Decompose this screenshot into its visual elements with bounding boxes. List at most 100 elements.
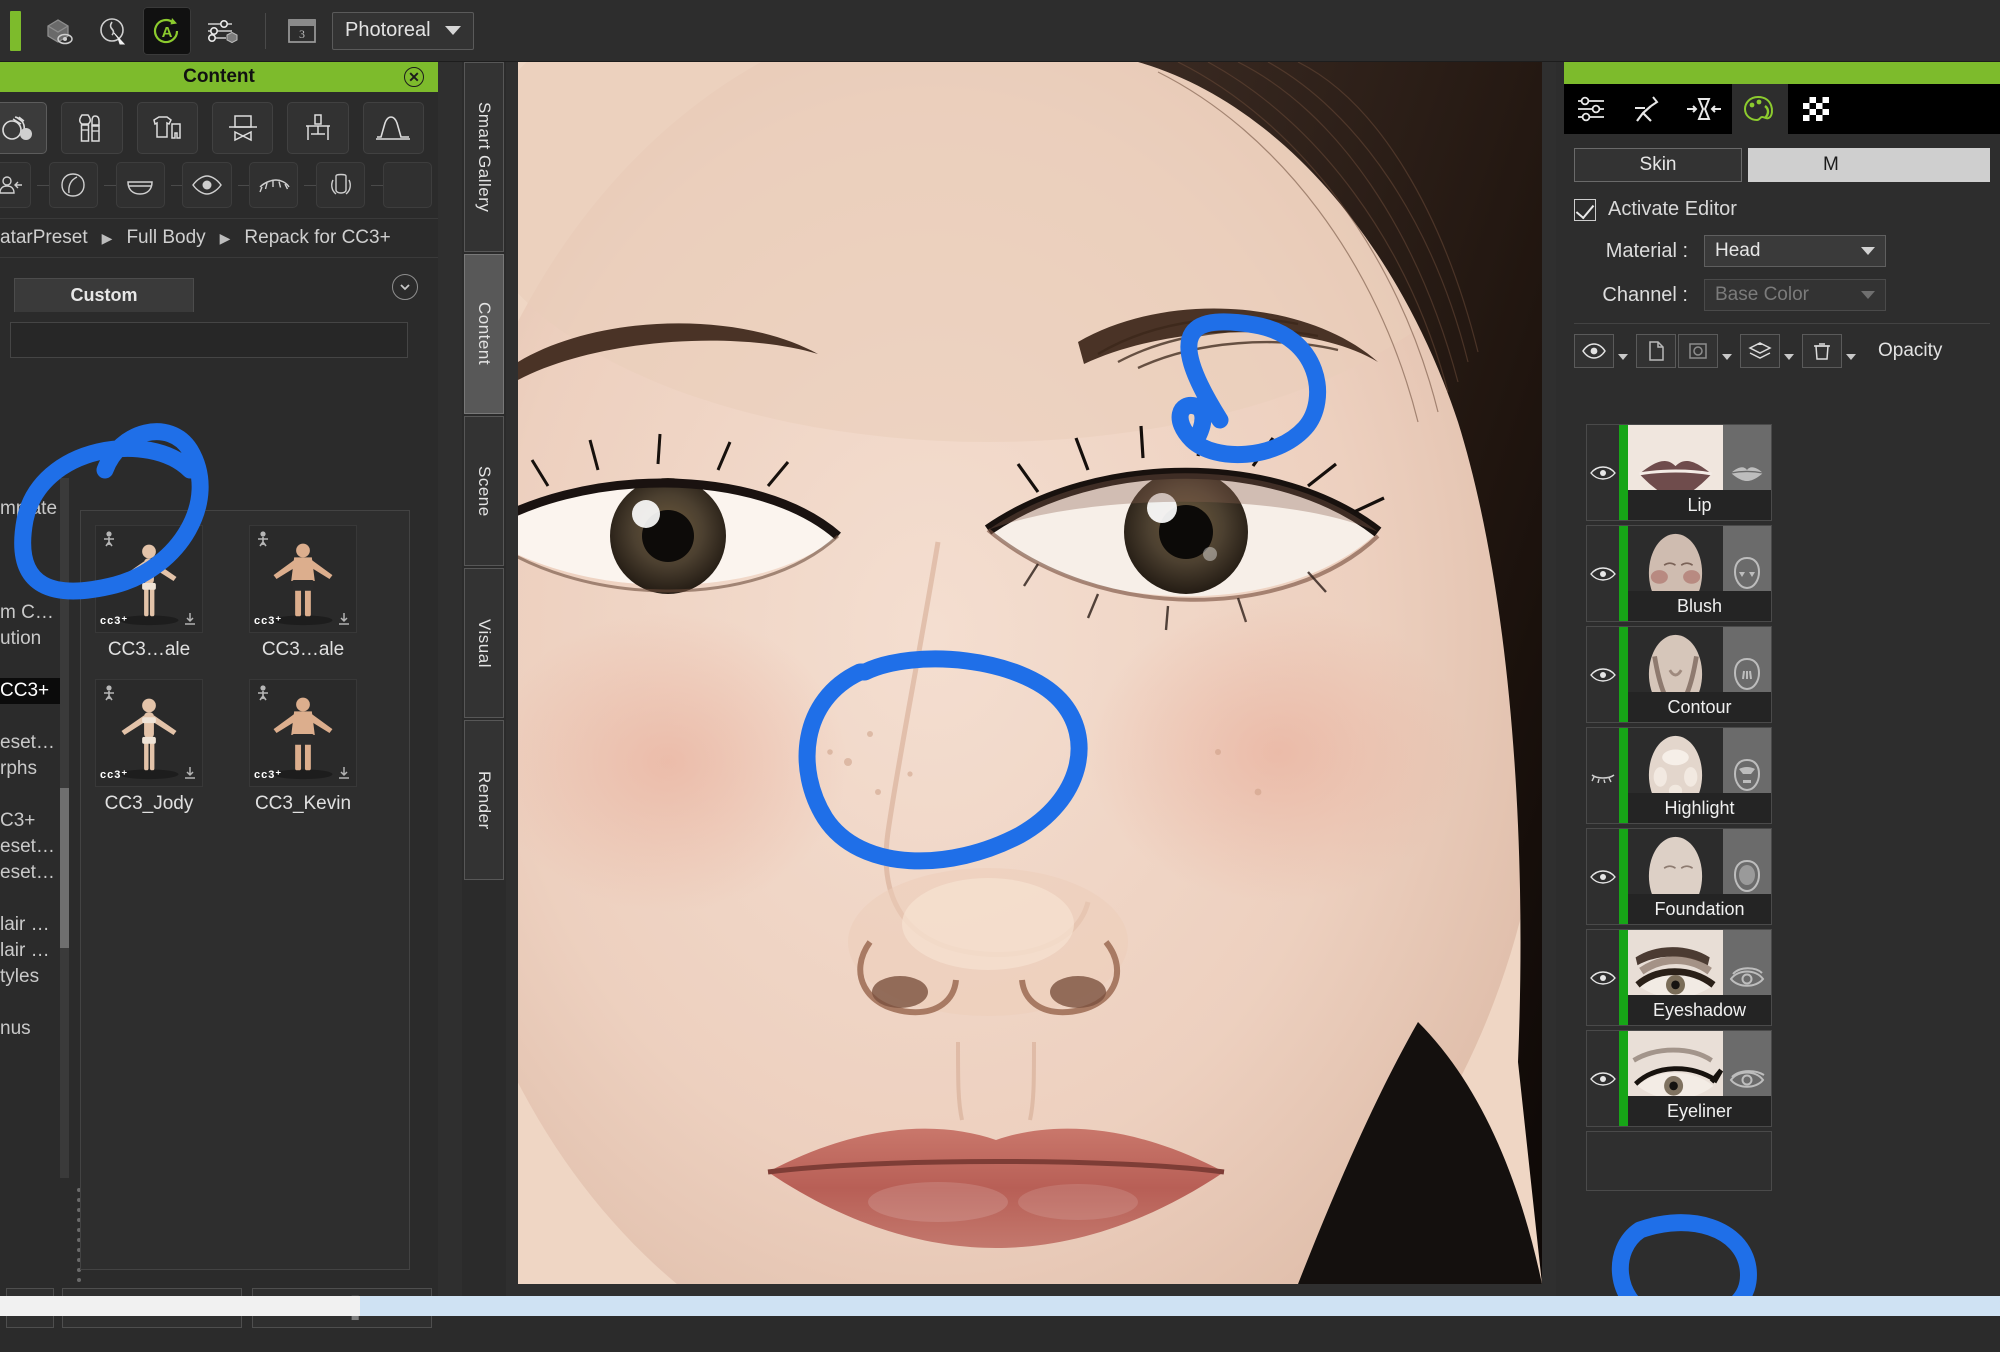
list-item[interactable]: Foundation (1586, 828, 1772, 925)
makeup-brush-icon[interactable] (61, 102, 123, 154)
chevron-down-icon[interactable] (1784, 354, 1794, 360)
prop-stand-icon[interactable] (287, 102, 349, 154)
sidebar-item-smart-gallery[interactable]: Smart Gallery (464, 62, 504, 252)
cloth-icon[interactable] (136, 102, 198, 154)
close-icon[interactable]: ✕ (404, 67, 424, 87)
icon-connector (304, 184, 316, 186)
object-visibility-icon[interactable] (35, 7, 83, 55)
thumbnail-cell[interactable]: cc3⁺ CC3_Kevin (249, 679, 389, 815)
pose-adjust-icon[interactable] (1620, 84, 1676, 134)
sidebar-item-visual[interactable]: Visual (464, 568, 504, 718)
tree-item-11[interactable]: eset… (0, 834, 62, 860)
breadcrumb-item-0[interactable]: atarPreset (0, 227, 88, 249)
tree-item-12[interactable]: eset… (0, 860, 62, 886)
checker-icon[interactable] (1788, 84, 1844, 134)
eye-icon[interactable] (1587, 930, 1619, 1025)
fit-icon[interactable] (1676, 84, 1732, 134)
tree-item-0[interactable]: mplate (0, 496, 62, 522)
tab-custom[interactable]: Custom (14, 278, 194, 312)
search-input[interactable] (10, 322, 408, 358)
tree-item-14[interactable]: lair … (0, 912, 62, 938)
list-item[interactable]: Eyeshadow (1586, 929, 1772, 1026)
curve-graph-icon[interactable] (362, 102, 424, 154)
eye-icon[interactable] (1587, 425, 1619, 520)
sidebar-item-scene[interactable]: Scene (464, 416, 504, 566)
eye-icon[interactable] (1587, 829, 1619, 924)
palette-icon[interactable] (1732, 84, 1788, 134)
panel-title-label: Content (183, 66, 255, 87)
hat-bowtie-icon[interactable] (211, 102, 274, 154)
category-icon-row (0, 92, 438, 154)
list-item[interactable]: Highlight (1586, 727, 1772, 824)
list-item[interactable]: Blush (1586, 525, 1772, 622)
eyelash-closed-icon[interactable] (1587, 728, 1619, 823)
list-item[interactable] (1586, 1131, 1772, 1191)
tab-label: Scene (475, 465, 494, 517)
list-item[interactable]: Lip (1586, 424, 1772, 521)
tree-item-7[interactable]: eset… (0, 730, 62, 756)
thumbnail-caption: CC3…ale (107, 639, 191, 660)
eye-icon[interactable] (182, 162, 232, 208)
thumbnail-image[interactable]: cc3⁺ (95, 525, 203, 633)
list-item[interactable]: Contour (1586, 626, 1772, 723)
breadcrumb-item-1[interactable]: Full Body (126, 227, 205, 249)
thumbnail-image[interactable]: cc3⁺ (249, 679, 357, 787)
sidebar-item-content[interactable]: Content (464, 254, 504, 414)
activate-editor-checkbox[interactable]: Activate Editor (1574, 198, 1990, 221)
mask-icon[interactable] (1678, 334, 1718, 368)
window-frame-icon[interactable]: 3 (280, 11, 324, 51)
thumbnail-cell[interactable]: cc3⁺ CC3…ale (249, 525, 389, 661)
thumbnail-cell[interactable]: cc3⁺ CC3…ale (95, 525, 235, 661)
pick-tool-icon[interactable] (89, 7, 137, 55)
tree-scrollbar[interactable] (60, 478, 69, 1178)
material-tab-row (1564, 84, 2000, 134)
segment-makeup[interactable]: M (1748, 148, 1990, 182)
material-dropdown[interactable]: Head (1704, 235, 1886, 267)
sidebar-item-render[interactable]: Render (464, 720, 504, 880)
mouth-icon[interactable] (115, 162, 165, 208)
thumbnail-cell[interactable]: cc3⁺ CC3_Jody (95, 679, 235, 815)
thumbnail-image[interactable]: cc3⁺ (95, 679, 203, 787)
eye-icon[interactable] (1587, 1031, 1619, 1126)
tree-item-5[interactable]: CC3+ (0, 678, 62, 704)
breadcrumb-item-2[interactable]: Repack for CC3+ (244, 227, 390, 249)
copy-icon[interactable] (1636, 334, 1676, 368)
tree-item-16[interactable]: tyles (0, 964, 62, 990)
eye-icon[interactable] (1574, 334, 1614, 368)
character-render (518, 62, 1542, 1284)
tree-item-10[interactable]: C3+ (0, 808, 62, 834)
trash-icon[interactable] (1802, 334, 1842, 368)
eye-icon[interactable] (1587, 627, 1619, 722)
render-mode-dropdown[interactable]: Photoreal (332, 11, 474, 50)
eyelash-icon[interactable] (249, 162, 299, 208)
adjust-sliders-icon[interactable] (197, 7, 245, 55)
merge-layers-icon[interactable] (1740, 334, 1780, 368)
tree-item-15[interactable]: lair … (0, 938, 62, 964)
chevron-down-icon[interactable] (1722, 354, 1732, 360)
auto-rotate-icon[interactable]: A (143, 6, 191, 55)
tree-item-3[interactable]: ution (0, 626, 62, 652)
channel-dropdown[interactable]: Base Color (1704, 279, 1886, 311)
sliders-icon[interactable] (1564, 84, 1620, 134)
tree-item-2[interactable]: m C… (0, 600, 62, 626)
tree-item-8[interactable]: rphs (0, 756, 62, 782)
list-item[interactable]: Eyeliner (1586, 1030, 1772, 1127)
chevron-down-icon[interactable] (1846, 354, 1856, 360)
eye-icon[interactable] (1587, 526, 1619, 621)
3d-viewport[interactable] (518, 62, 1542, 1284)
nail-icon[interactable] (315, 162, 366, 208)
chevron-down-icon[interactable] (1618, 354, 1628, 360)
avatar-insert-icon[interactable] (0, 162, 32, 208)
brand-badge: cc3⁺ (100, 769, 129, 781)
thumbnail-image[interactable]: cc3⁺ (249, 525, 357, 633)
hair-icon[interactable] (48, 162, 99, 208)
skin-icon[interactable] (0, 102, 48, 154)
chevron-down-circle-icon[interactable] (392, 274, 418, 300)
svg-text:3: 3 (299, 27, 305, 41)
blank-icon[interactable] (382, 162, 432, 208)
tree-item-18[interactable]: nus (0, 1016, 62, 1042)
segment-skin[interactable]: Skin (1574, 148, 1742, 182)
render-mode-value: Photoreal (345, 19, 431, 41)
icon-connector (170, 184, 183, 186)
download-icon (183, 611, 197, 627)
